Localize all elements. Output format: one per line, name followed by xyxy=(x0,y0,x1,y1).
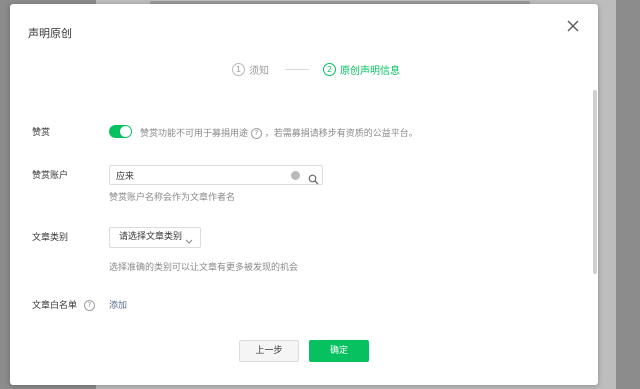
whitelist-label-row: 文章白名单 ? xyxy=(32,298,95,311)
reward-label: 赞赏 xyxy=(32,128,51,138)
step-2: 2 原创声明信息 xyxy=(323,62,400,77)
step-1-label: 须知 xyxy=(249,65,269,77)
step-2-label: 原创声明信息 xyxy=(340,65,400,77)
whitelist-add-link[interactable]: 添加 xyxy=(109,298,127,311)
reward-tip-text: 赞赏功能不可用于募捐用途 xyxy=(140,129,249,139)
whitelist-label: 文章白名单 xyxy=(32,301,78,311)
reward-account-input[interactable] xyxy=(116,168,286,182)
search-icon[interactable] xyxy=(308,170,319,185)
step-2-number: 2 xyxy=(323,62,336,76)
step-1-number: 1 xyxy=(232,62,245,76)
clear-icon[interactable] xyxy=(291,171,300,184)
whitelist-help-icon[interactable]: ? xyxy=(83,300,95,311)
reward-account-hint: 赞赏账户名称会作为文章作者名 xyxy=(109,193,236,203)
reward-tip: 赞赏功能不可用于募捐用途 ? ，若需募捐请移步有资质的公益平台。 xyxy=(140,126,418,139)
dialog-title: 声明原创 xyxy=(28,27,72,40)
category-label: 文章类别 xyxy=(32,233,69,243)
step-connector xyxy=(285,68,309,70)
reward-tip-text-2: ，若需募捐请移步有资质的公益平台。 xyxy=(264,129,418,139)
step-indicator: 1 须知 2 原创声明信息 xyxy=(232,61,400,77)
category-select[interactable]: 请选择文章类别 xyxy=(109,227,201,248)
toggle-knob xyxy=(120,126,131,137)
reward-account-field[interactable] xyxy=(109,165,323,185)
reward-account-label: 赞赏账户 xyxy=(32,171,69,181)
help-icon[interactable]: ? xyxy=(250,128,262,139)
step-1: 1 须知 xyxy=(232,62,269,77)
dialog-scrollbar[interactable] xyxy=(593,90,597,274)
reward-toggle[interactable] xyxy=(109,125,132,138)
declare-original-dialog: 声明原创 1 须知 2 原创声明信息 赞赏 赞赏功能不可用于募捐用途 ? ，若需… xyxy=(10,4,598,385)
close-icon[interactable] xyxy=(565,18,581,34)
prev-step-button[interactable]: 上一步 xyxy=(239,340,299,362)
confirm-button[interactable]: 确定 xyxy=(309,340,369,362)
category-selected: 请选择文章类别 xyxy=(119,232,183,242)
category-hint: 选择准确的类别可以让文章有更多被发现的机会 xyxy=(109,263,299,273)
chevron-down-icon xyxy=(185,234,193,244)
